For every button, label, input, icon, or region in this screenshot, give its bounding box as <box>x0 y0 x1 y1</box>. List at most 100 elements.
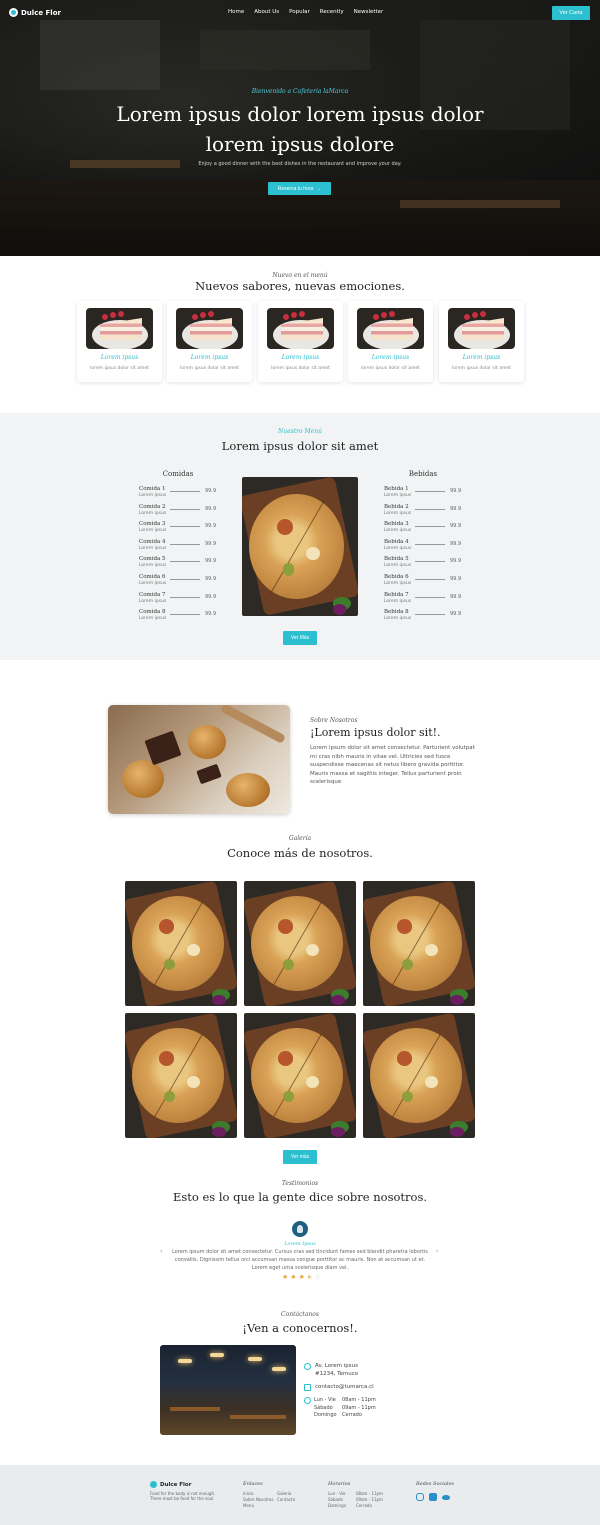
gallery-ver-mas-button[interactable]: Ver más <box>283 1150 317 1164</box>
footer-link-contacto[interactable]: Contacto <box>277 1497 295 1502</box>
footer-link-menu[interactable]: Menú <box>243 1503 254 1508</box>
footer-links-head: Enlaces <box>243 1481 263 1487</box>
about-bread-image <box>108 705 290 814</box>
nav-link-popular[interactable]: Popular <box>289 9 310 15</box>
chevron-left-icon[interactable]: ‹ <box>160 1248 162 1255</box>
menu-item-name: Comida 4 <box>139 538 166 545</box>
card-desc: lorem ipsus dolor sit amet <box>361 366 420 371</box>
gallery-pizza-image[interactable] <box>125 1013 237 1138</box>
drinks-column-head: Bebidas <box>408 470 438 478</box>
menu-item[interactable]: Bebida 5 Lorem ipsus 99.9 <box>384 556 462 570</box>
gallery-pizza-image[interactable] <box>244 881 356 1006</box>
menu-item-divider <box>170 508 200 510</box>
instagram-icon[interactable] <box>416 1493 424 1501</box>
contact-title: ¡Ven a conocernos!. <box>242 1321 358 1335</box>
hours-day: Domingo <box>314 1412 337 1418</box>
menu-item-divider <box>415 579 445 580</box>
nav-link-newsletter[interactable]: Newsletter <box>354 9 384 15</box>
logo[interactable]: Dulce Flor <box>9 8 61 17</box>
product-card[interactable]: Lorem ipsus lorem ipsus dolor sit amet <box>439 301 524 382</box>
card-title: Lorem ipsus <box>462 354 501 361</box>
product-card[interactable]: Lorem ipsus lorem ipsus dolor sit amet <box>167 301 252 382</box>
menu-ver-mas-button[interactable]: Ver Más <box>283 631 317 645</box>
menu-item[interactable]: Comida 3 Lorem ipsus 99.9 <box>139 521 217 535</box>
hours-time: Cerrado <box>342 1412 362 1418</box>
menu-item-name: Bebida 3 <box>384 521 409 528</box>
gallery-pizza-image[interactable] <box>244 1013 356 1138</box>
menu-item-desc: Lorem ipsus <box>139 510 167 516</box>
nav-link-about[interactable]: About Us <box>254 9 279 15</box>
footer-hours-day: Lun - Vie <box>328 1491 346 1496</box>
footer-hours-time: Cerrado <box>356 1503 372 1508</box>
menu-item-divider <box>415 526 445 528</box>
footer-hours-time: 08am - 11pm <box>356 1491 383 1496</box>
menu-item[interactable]: Comida 1 Lorem ipsus 99.9 <box>139 486 217 500</box>
menu-item[interactable]: Bebida 4 Lorem ipsus 99.9 <box>384 539 462 553</box>
menu-item-desc: Lorem ipsus <box>139 563 167 569</box>
hero-description: Enjoy a good dinner with the best dishes… <box>198 161 402 167</box>
menu-item-divider <box>415 491 445 492</box>
chevron-right-icon[interactable]: › <box>436 1248 438 1255</box>
menu-item[interactable]: Comida 6 Lorem ipsus 99.9 <box>139 574 217 588</box>
menu-item-desc: Lorem ipsus <box>384 528 412 534</box>
gallery-pizza-image[interactable] <box>363 1013 475 1138</box>
product-card[interactable]: Lorem ipsus lorem ipsus dolor sit amet <box>258 301 343 382</box>
menu-item[interactable]: Comida 8 Lorem ipsus 99.9 <box>139 609 217 623</box>
menu-item[interactable]: Comida 4 Lorem ipsus 99.9 <box>139 539 217 553</box>
menu-item-name: Comida 2 <box>139 503 166 510</box>
menu-item-name: Bebida 5 <box>384 556 409 563</box>
menu-item[interactable]: Bebida 1 Lorem ipsus 99.9 <box>384 486 462 500</box>
gallery-pizza-image[interactable] <box>363 881 475 1006</box>
footer-link-galeria[interactable]: Galería <box>277 1491 291 1496</box>
menu-item-desc: Lorem ipsus <box>384 598 412 604</box>
arrow-right-icon: → <box>316 185 322 192</box>
hours-time: 08am - 11pm <box>342 1397 376 1403</box>
menu-item[interactable]: Comida 2 Lorem ipsus 99.9 <box>139 504 217 518</box>
menu-item[interactable]: Bebida 3 Lorem ipsus 99.9 <box>384 521 462 535</box>
footer-link-sobre-nosotros[interactable]: Sobre Nosotros <box>243 1497 273 1502</box>
reserva-button[interactable]: Reserva tu hora → <box>268 182 331 195</box>
menu-item-price: 99.9 <box>450 611 462 618</box>
menu-pizza-image <box>242 477 358 616</box>
menu-item-divider <box>170 614 200 616</box>
product-card[interactable]: Lorem ipsus lorem ipsus dolor sit amet <box>348 301 433 382</box>
menu-item-name: Comida 7 <box>139 591 166 598</box>
footer-hours-row: Lun - Vie 08am - 11pm <box>328 1491 383 1496</box>
menu-item-price: 99.9 <box>205 488 217 494</box>
card-title: Lorem ipsus <box>371 354 410 361</box>
card-desc: lorem ipsus dolor sit amet <box>180 366 239 371</box>
footer-link-inicio[interactable]: Inicio <box>243 1491 254 1496</box>
product-card[interactable]: Lorem ipsus lorem ipsus dolor sit amet <box>77 301 162 382</box>
hours-day: Lun - Vie <box>314 1397 336 1403</box>
menu-item[interactable]: Bebida 8 Lorem ipsus 99.9 <box>384 609 462 623</box>
contact-email[interactable]: contacto@tumarca.cl <box>304 1383 374 1391</box>
menu-item-name: Bebida 8 <box>384 609 409 616</box>
menu-item-name: Comida 5 <box>139 556 166 563</box>
testimonials-title: Esto es lo que la gente dice sobre nosot… <box>172 1190 428 1204</box>
menu-item[interactable]: Bebida 2 Lorem ipsus 99.9 <box>384 504 462 518</box>
email-text: contacto@tumarca.cl <box>315 1384 374 1390</box>
menu-item[interactable]: Bebida 7 Lorem ipsus 99.9 <box>384 592 462 606</box>
menu-item-desc: Lorem ipsus <box>384 563 412 569</box>
menu-item-desc: Lorem ipsus <box>139 616 167 622</box>
menu-item-name: Bebida 1 <box>384 486 409 492</box>
menu-item-divider <box>170 491 200 492</box>
nav-link-recently[interactable]: Recently <box>320 9 344 15</box>
footer-logo[interactable]: Dulce Flor <box>150 1481 191 1488</box>
nav-link-home[interactable]: Home <box>228 9 244 15</box>
footer-tagline: Food for the body is not enough. There m… <box>150 1491 216 1501</box>
ver-carta-button[interactable]: Ver Carta <box>552 6 590 20</box>
menu-item[interactable]: Comida 5 Lorem ipsus 99.9 <box>139 556 217 570</box>
menu-item-price: 99.9 <box>450 593 462 600</box>
menu-item-price: 99.9 <box>450 523 462 530</box>
hero-title: Lorem ipsus dolor lorem ipsus dolor lore… <box>116 102 484 156</box>
menu-item-divider <box>415 596 445 598</box>
facebook-icon[interactable] <box>429 1493 437 1501</box>
menu-item[interactable]: Comida 7 Lorem ipsus 99.9 <box>139 592 217 606</box>
menu-item[interactable]: Bebida 6 Lorem ipsus 99.9 <box>384 574 462 588</box>
menu-item-desc: Lorem ipsus <box>384 545 412 551</box>
twitter-icon[interactable] <box>442 1493 450 1501</box>
hero-section: Dulce Flor Home About Us Popular Recentl… <box>0 0 600 256</box>
gallery-pizza-image[interactable] <box>125 881 237 1006</box>
hours-row: Sábado 09am - 11pm <box>314 1405 376 1411</box>
